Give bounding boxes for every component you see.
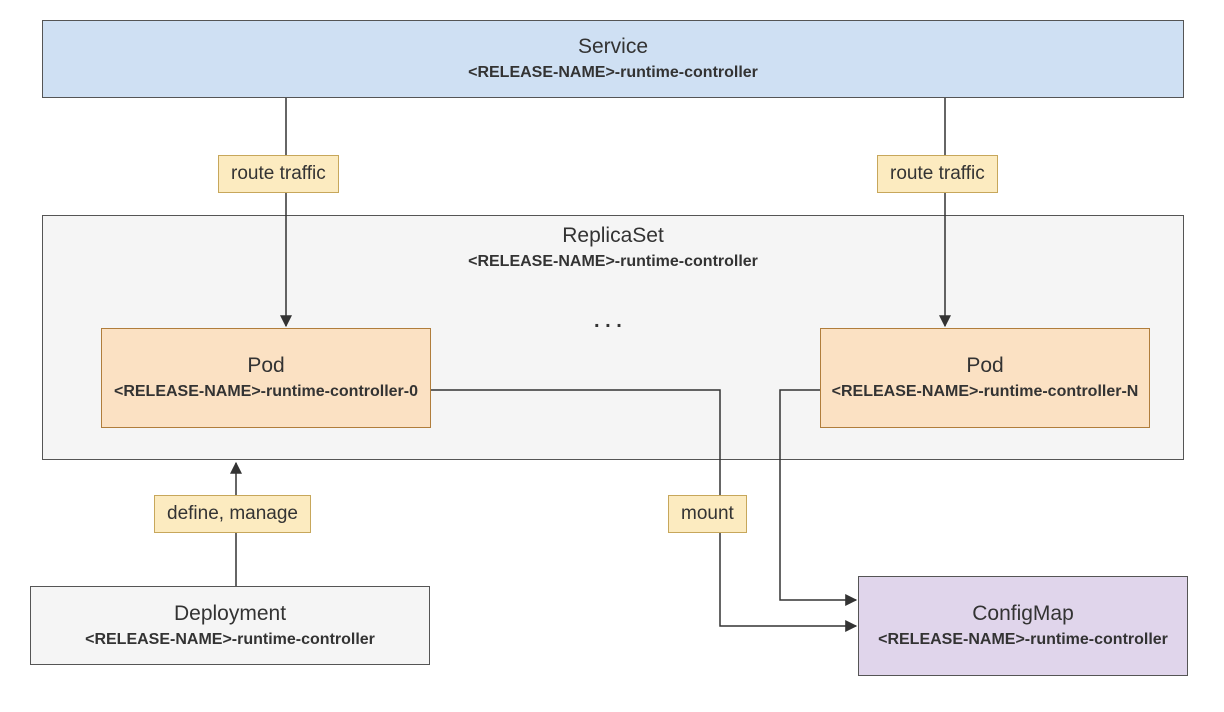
configmap-subtitle: <RELEASE-NAME>-runtime-controller xyxy=(878,630,1168,650)
label-define-manage: define, manage xyxy=(154,495,311,533)
pod-n-box: Pod <RELEASE-NAME>-runtime-controller-N xyxy=(820,328,1150,428)
ellipsis: . . . xyxy=(594,310,622,333)
label-route-traffic-left: route traffic xyxy=(218,155,339,193)
deployment-title: Deployment xyxy=(174,602,286,626)
service-subtitle: <RELEASE-NAME>-runtime-controller xyxy=(468,63,758,83)
replicaset-subtitle: <RELEASE-NAME>-runtime-controller xyxy=(468,252,758,272)
pod-0-title: Pod xyxy=(247,354,284,378)
pod-0-subtitle: <RELEASE-NAME>-runtime-controller-0 xyxy=(114,382,418,402)
deployment-box: Deployment <RELEASE-NAME>-runtime-contro… xyxy=(30,586,430,665)
pod-n-title: Pod xyxy=(966,354,1003,378)
label-route-traffic-right: route traffic xyxy=(877,155,998,193)
configmap-box: ConfigMap <RELEASE-NAME>-runtime-control… xyxy=(858,576,1188,676)
pod-0-box: Pod <RELEASE-NAME>-runtime-controller-0 xyxy=(101,328,431,428)
pod-n-subtitle: <RELEASE-NAME>-runtime-controller-N xyxy=(832,382,1139,402)
service-title: Service xyxy=(578,35,648,59)
deployment-subtitle: <RELEASE-NAME>-runtime-controller xyxy=(85,630,375,650)
configmap-title: ConfigMap xyxy=(972,602,1074,626)
replicaset-title: ReplicaSet xyxy=(562,224,664,248)
label-mount: mount xyxy=(668,495,747,533)
service-box: Service <RELEASE-NAME>-runtime-controlle… xyxy=(42,20,1184,98)
